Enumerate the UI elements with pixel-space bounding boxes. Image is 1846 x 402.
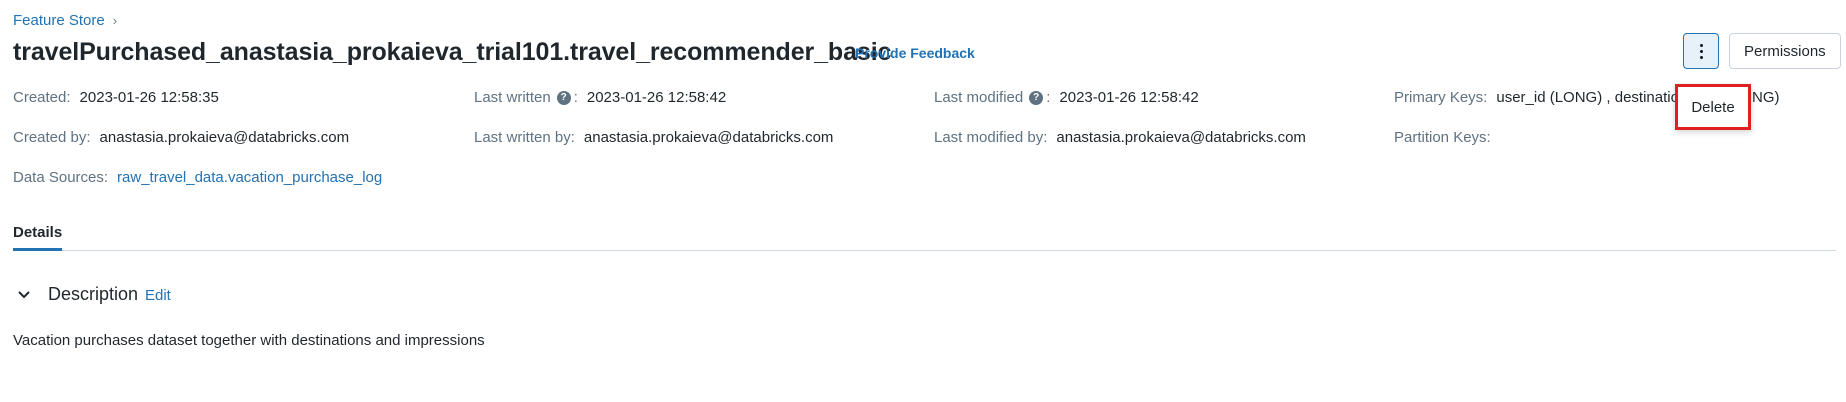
meta-created-by-value: anastasia.prokaieva@databricks.com (99, 129, 350, 146)
meta-created-value: 2023-01-26 12:58:35 (79, 89, 219, 106)
description-edit-link[interactable]: Edit (145, 287, 171, 304)
more-actions-button[interactable] (1683, 33, 1719, 69)
meta-colon: : (573, 89, 578, 106)
meta-last-written: Last written ? : 2023-01-26 12:58:42 (474, 89, 726, 106)
meta-last-modified: Last modified ? : 2023-01-26 12:58:42 (934, 89, 1199, 106)
meta-colon: : (1046, 89, 1051, 106)
meta-primary-keys: Primary Keys: user_id (LONG) , destinati… (1394, 89, 1687, 106)
breadcrumb-feature-store[interactable]: Feature Store (13, 12, 105, 29)
chevron-right-icon: › (112, 13, 118, 28)
meta-primary-keys-tail: NG) (1752, 89, 1780, 106)
meta-created-label: Created: (13, 89, 71, 106)
meta-last-modified-by: Last modified by: anastasia.prokaieva@da… (934, 129, 1306, 146)
delete-menu-item[interactable]: Delete (1691, 99, 1734, 116)
meta-last-written-label: Last written (474, 89, 551, 106)
meta-last-written-by-label: Last written by: (474, 129, 575, 146)
meta-last-modified-value: 2023-01-26 12:58:42 (1059, 89, 1199, 106)
meta-last-modified-by-label: Last modified by: (934, 129, 1048, 146)
tab-active-indicator (13, 248, 62, 251)
meta-last-written-by: Last written by: anastasia.prokaieva@dat… (474, 129, 833, 146)
actions-menu: Delete (1675, 84, 1751, 130)
meta-data-sources: Data Sources: raw_travel_data.vacation_p… (13, 169, 382, 186)
breadcrumb: Feature Store › (13, 12, 117, 29)
description-heading: Description (48, 284, 139, 304)
meta-primary-keys-value: user_id (LONG) , destination (1496, 89, 1688, 106)
chevron-down-icon[interactable] (17, 287, 31, 305)
meta-data-sources-label: Data Sources: (13, 169, 109, 186)
help-icon[interactable]: ? (1029, 90, 1044, 105)
kebab-icon (1699, 43, 1703, 59)
meta-partition-keys-label: Partition Keys: (1394, 129, 1491, 146)
meta-primary-keys-value-tail: NG) (1752, 89, 1780, 106)
meta-created-by-label: Created by: (13, 129, 91, 146)
tab-details[interactable]: Details (13, 224, 62, 241)
help-icon[interactable]: ? (556, 90, 571, 105)
tab-divider (13, 250, 1836, 251)
provide-feedback-link[interactable]: Provide Feedback (855, 45, 975, 61)
meta-created: Created: 2023-01-26 12:58:35 (13, 89, 219, 106)
meta-created-by: Created by: anastasia.prokaieva@databric… (13, 129, 349, 146)
meta-last-written-value: 2023-01-26 12:58:42 (586, 89, 727, 106)
description-text: Vacation purchases dataset together with… (13, 332, 485, 349)
meta-last-written-by-value: anastasia.prokaieva@databricks.com (583, 129, 834, 146)
meta-last-modified-label: Last modified (934, 89, 1024, 106)
meta-primary-keys-label: Primary Keys: (1394, 89, 1488, 106)
meta-partition-keys: Partition Keys: (1394, 129, 1500, 146)
data-source-link[interactable]: raw_travel_data.vacation_purchase_log (117, 169, 382, 186)
meta-last-modified-by-value: anastasia.prokaieva@databricks.com (1056, 129, 1306, 146)
permissions-button[interactable]: Permissions (1729, 33, 1841, 69)
page-title: travelPurchased_anastasia_prokaieva_tria… (13, 38, 892, 66)
